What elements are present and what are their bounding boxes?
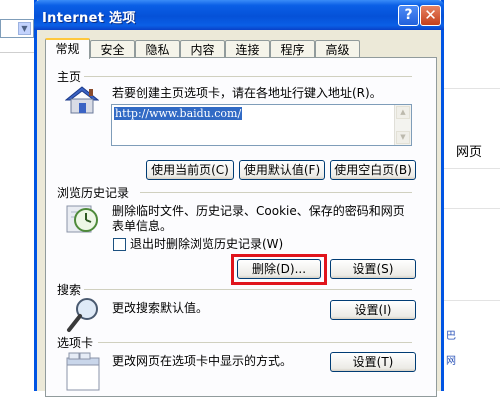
background-webpage-label: 网页: [456, 145, 483, 160]
house-icon: [65, 86, 99, 114]
tab-connections[interactable]: 连接: [225, 40, 270, 58]
homepage-description: 若要创建主页选项卡，请在各地址行键入地址(R)。: [112, 86, 382, 100]
use-current-button[interactable]: 使用当前页(C): [146, 160, 234, 180]
dialog-title: Internet 选项: [42, 11, 136, 26]
section-divider: [140, 192, 412, 193]
chevron-down-icon: ▼: [18, 22, 31, 35]
search-description: 更改搜索默认值。: [112, 301, 209, 315]
background-fragment: 网: [446, 356, 456, 367]
tabbed-window-icon: [66, 352, 100, 391]
background-fragment: 巴: [446, 331, 456, 342]
title-bar[interactable]: Internet 选项 ? ✕: [34, 0, 444, 30]
background-divider: [0, 52, 34, 53]
tab-content[interactable]: 内容: [180, 40, 225, 58]
background-dropdown[interactable]: ▼: [0, 19, 34, 38]
homepage-url-textarea[interactable]: http://www.baidu.com/ ▲ ▼: [111, 104, 412, 146]
tabs-settings-button[interactable]: 设置(T): [330, 352, 416, 372]
annotation-highlight-box: [231, 254, 327, 285]
search-section-label: 搜索: [57, 283, 82, 297]
close-button[interactable]: ✕: [420, 5, 441, 26]
homepage-section-label: 主页: [57, 70, 82, 84]
tab-programs[interactable]: 程序: [270, 40, 315, 58]
help-button[interactable]: ?: [398, 5, 419, 26]
history-settings-button[interactable]: 设置(S): [330, 259, 416, 279]
section-divider: [98, 342, 412, 343]
delete-on-exit-label: 退出时删除浏览历史记录(W): [130, 237, 284, 251]
search-settings-button[interactable]: 设置(I): [330, 300, 416, 320]
homepage-url-text: http://www.baidu.com/: [114, 107, 243, 120]
section-divider: [84, 289, 412, 290]
scrollbar[interactable]: ▲ ▼: [394, 105, 411, 145]
history-description-line1: 删除临时文件、历史记录、Cookie、保存的密码和网页: [112, 204, 405, 218]
history-clock-icon: [66, 205, 98, 233]
use-default-button[interactable]: 使用默认值(F): [239, 160, 325, 180]
chevron-down-icon[interactable]: ▼: [396, 131, 410, 144]
section-divider: [84, 76, 412, 77]
tabs-section-label: 选项卡: [57, 336, 94, 350]
tab-security[interactable]: 安全: [90, 40, 135, 58]
chevron-up-icon[interactable]: ▲: [396, 106, 410, 119]
use-blank-button[interactable]: 使用空白页(B): [330, 160, 416, 180]
delete-on-exit-checkbox[interactable]: [113, 238, 126, 251]
tab-privacy[interactable]: 隐私: [135, 40, 180, 58]
tab-advanced[interactable]: 高级: [315, 40, 360, 58]
tab-general[interactable]: 常规: [45, 38, 90, 59]
magnifier-icon: [67, 298, 98, 332]
history-description-line2: 表单信息。: [112, 219, 173, 233]
history-section-label: 浏览历史记录: [57, 186, 130, 200]
tabs-description: 更改网页在选项卡中显示的方式。: [112, 354, 293, 368]
